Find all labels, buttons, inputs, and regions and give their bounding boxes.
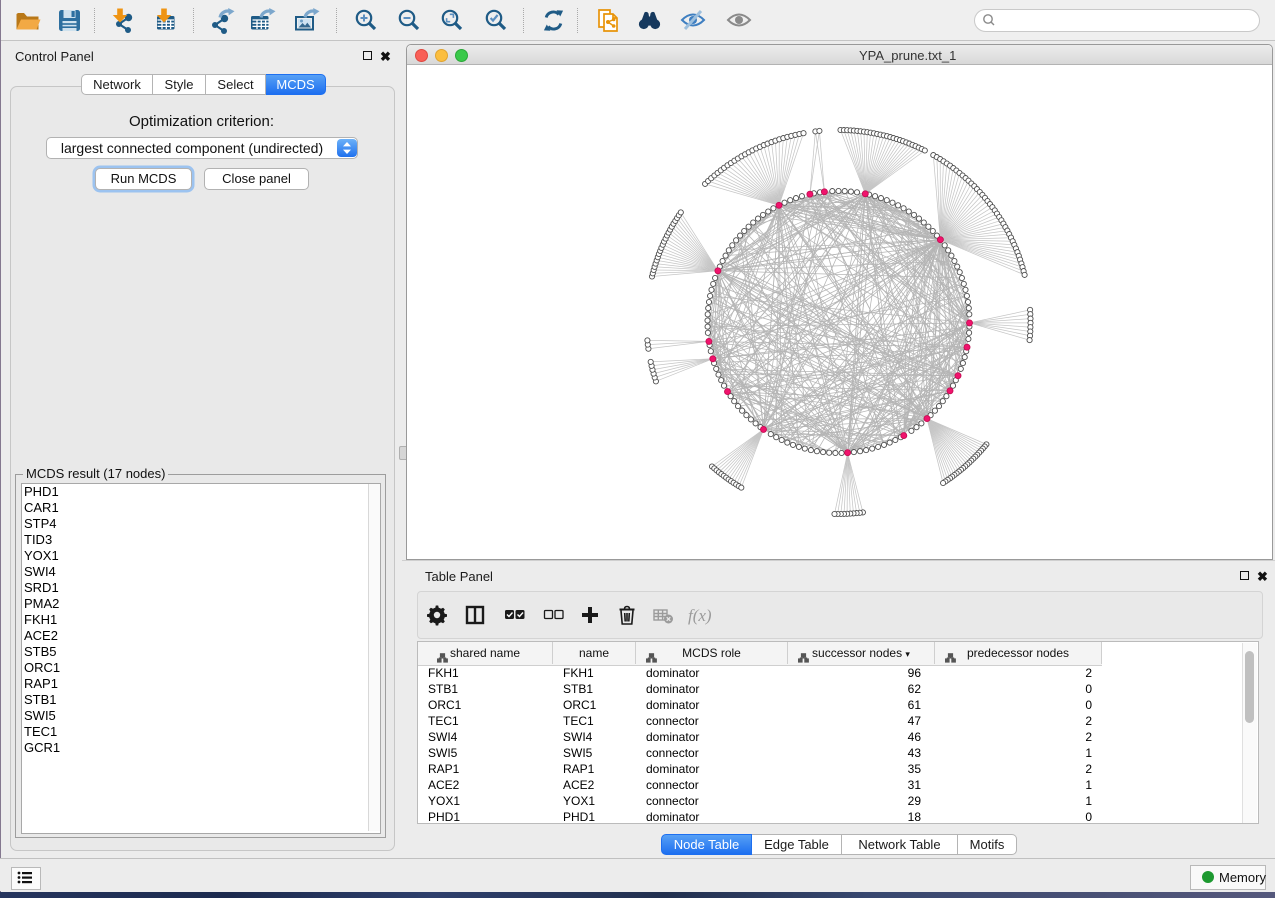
svg-text:f(x): f(x) bbox=[688, 606, 712, 625]
